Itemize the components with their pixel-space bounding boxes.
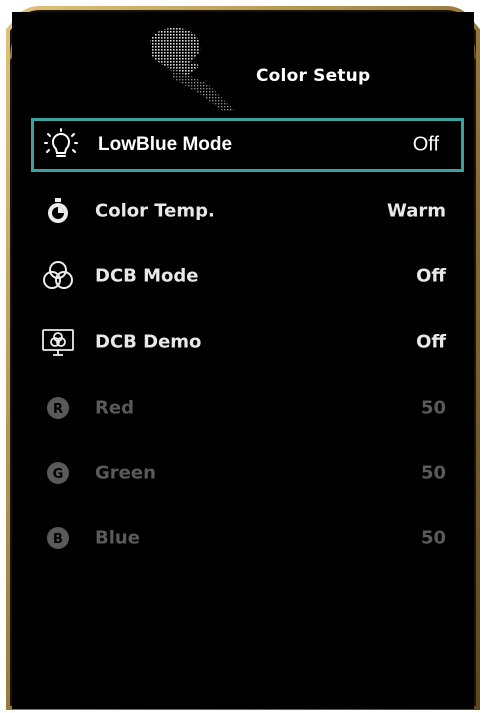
r-circle-icon: R (47, 397, 69, 419)
menu-item-green: G Green 50 (31, 446, 464, 500)
thermometer-dial-icon (48, 198, 68, 223)
menu-item-label: Blue (95, 527, 140, 549)
menu-item-label: Green (95, 462, 156, 484)
menu-item-dcb-demo[interactable]: DCB Demo Off (31, 315, 464, 369)
menu-item-value: Off (416, 265, 446, 287)
rgb-circles-icon (43, 261, 73, 289)
monitor-rgb-icon (42, 329, 74, 356)
menu-item-label: Color Temp. (95, 200, 215, 222)
menu-item-lowblue-mode[interactable]: LowBlue Mode Off (31, 118, 464, 172)
menu-item-label: DCB Mode (95, 265, 199, 287)
menu-item-blue: B Blue 50 (31, 511, 464, 565)
menu-item-color-temp[interactable]: Color Temp. Warm (31, 184, 464, 238)
svg-text:G: G (53, 467, 64, 482)
svg-text:R: R (53, 402, 63, 417)
menu-title: Color Setup (256, 66, 371, 86)
menu-item-value: 50 (420, 527, 446, 549)
b-circle-icon: B (47, 527, 69, 549)
menu-item-value: Off (412, 133, 439, 156)
menu-item-label: Red (95, 397, 134, 419)
menu-item-value: 50 (420, 462, 446, 484)
menu-item-value: 50 (420, 397, 446, 419)
menu-item-red: R Red 50 (31, 381, 464, 435)
svg-text:B: B (53, 532, 63, 547)
menu-item-value: Warm (387, 200, 446, 222)
brush-icon (150, 27, 234, 112)
bulb-icon (44, 128, 78, 157)
menu-item-value: Off (416, 331, 446, 353)
menu-item-label: DCB Demo (95, 331, 202, 353)
menu-item-dcb-mode[interactable]: DCB Mode Off (31, 249, 464, 303)
menu-item-label: LowBlue Mode (98, 134, 233, 155)
g-circle-icon: G (47, 462, 69, 484)
